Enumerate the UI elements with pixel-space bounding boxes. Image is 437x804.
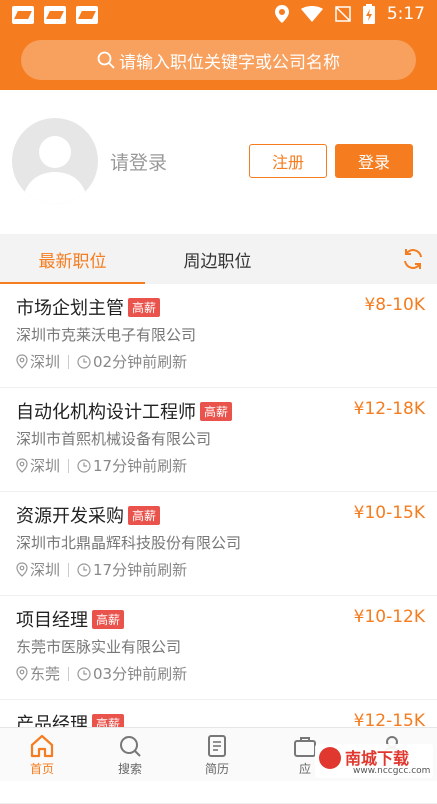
- job-salary: ¥10-12K: [353, 607, 425, 627]
- job-location: 东莞: [30, 665, 61, 683]
- job-title: 自动化机构设计工程师: [16, 402, 196, 423]
- resume-icon: [208, 735, 226, 757]
- profile-section: 请登录 注册 登录: [0, 90, 437, 230]
- job-card[interactable]: 市场企划主管 高薪 ¥8-10K 深圳市克莱沃电子有限公司 深圳 02分钟前刷新: [0, 284, 437, 388]
- app-notification-icon: [44, 6, 66, 24]
- search-header: 请输入职位关键字或公司名称: [0, 32, 437, 90]
- search-placeholder: 请输入职位关键字或公司名称: [119, 52, 340, 73]
- job-location: 深圳: [30, 561, 61, 579]
- notification-icons: [12, 6, 98, 24]
- job-company: 深圳市克莱沃电子有限公司: [16, 326, 197, 344]
- job-card[interactable]: 自动化机构设计工程师 高薪 ¥12-18K 深圳市首熙机械设备有限公司 深圳 1…: [0, 388, 437, 492]
- nav-label: 简历: [204, 762, 229, 776]
- job-card[interactable]: 项目经理 高薪 ¥10-12K 东莞市医脉实业有限公司 东莞 03分钟前刷新: [0, 596, 437, 700]
- divider: [68, 354, 70, 369]
- register-button[interactable]: 注册: [249, 144, 327, 178]
- job-salary: ¥8-10K: [364, 295, 425, 315]
- job-company: 东莞市医脉实业有限公司: [16, 638, 182, 656]
- login-prompt[interactable]: 请登录: [110, 148, 167, 175]
- login-button[interactable]: 登录: [335, 144, 413, 178]
- location-pin-icon: [16, 458, 28, 473]
- watermark-logo-icon: [319, 747, 341, 769]
- clock-icon: [77, 666, 91, 681]
- job-title-row: 资源开发采购 高薪: [16, 502, 161, 528]
- location-pin-icon: [16, 562, 28, 577]
- nav-home[interactable]: 首页: [7, 734, 77, 777]
- job-updated: 17分钟前刷新: [93, 457, 188, 475]
- job-title-row: 自动化机构设计工程师 高薪: [16, 398, 233, 424]
- tab-latest-jobs[interactable]: 最新职位: [0, 234, 145, 284]
- job-salary: ¥10-15K: [353, 503, 425, 523]
- job-location: 深圳: [30, 457, 61, 475]
- high-salary-badge: 高薪: [92, 609, 125, 629]
- battery-icon: [362, 4, 375, 24]
- watermark-url: www.nccgcc.com: [353, 766, 431, 776]
- job-title: 项目经理: [16, 610, 88, 631]
- location-pin-icon: [16, 354, 28, 369]
- search-bar[interactable]: 请输入职位关键字或公司名称: [21, 40, 416, 80]
- nav-search[interactable]: 搜索: [95, 734, 165, 777]
- system-icons: 5:17: [274, 4, 425, 24]
- clock-icon: [77, 562, 91, 577]
- clock-icon: [77, 458, 91, 473]
- no-signal-icon: [335, 6, 351, 22]
- job-company: 深圳市北鼎晶辉科技股份有限公司: [16, 534, 242, 552]
- avatar[interactable]: [12, 118, 98, 204]
- job-salary: ¥12-18K: [353, 399, 425, 419]
- search-icon: [97, 51, 115, 69]
- divider: [68, 458, 70, 473]
- job-updated: 02分钟前刷新: [93, 353, 188, 371]
- high-salary-badge: 高薪: [200, 401, 233, 421]
- location-pin-icon: [16, 666, 28, 681]
- job-tabs: 最新职位 周边职位: [0, 234, 437, 284]
- tab-nearby-jobs[interactable]: 周边职位: [145, 234, 290, 284]
- nav-resume[interactable]: 简历: [182, 734, 252, 777]
- app-notification-icon: [76, 6, 98, 24]
- job-company: 深圳市首熙机械设备有限公司: [16, 430, 212, 448]
- wifi-icon: [300, 6, 323, 22]
- nav-label: 首页: [29, 762, 54, 776]
- avatar-placeholder-icon: [22, 136, 88, 204]
- job-title: 市场企划主管: [16, 298, 124, 319]
- status-bar: 5:17: [0, 0, 437, 32]
- app-notification-icon: [12, 6, 34, 24]
- job-meta: 深圳 02分钟前刷新: [16, 351, 187, 372]
- divider: [68, 562, 70, 577]
- search-icon: [120, 736, 141, 757]
- job-title: 资源开发采购: [16, 506, 124, 527]
- job-meta: 东莞 03分钟前刷新: [16, 663, 187, 684]
- job-location: 深圳: [30, 353, 61, 371]
- status-time: 5:17: [386, 4, 425, 24]
- job-list: 市场企划主管 高薪 ¥8-10K 深圳市克莱沃电子有限公司 深圳 02分钟前刷新…: [0, 284, 437, 804]
- job-title-row: 项目经理 高薪: [16, 606, 125, 632]
- job-updated: 17分钟前刷新: [93, 561, 188, 579]
- job-updated: 03分钟前刷新: [93, 665, 188, 683]
- job-meta: 深圳 17分钟前刷新: [16, 559, 187, 580]
- nav-label: 应: [298, 762, 311, 776]
- nav-label: 搜索: [117, 762, 142, 776]
- watermark: 南城下载 www.nccgcc.com: [315, 744, 433, 778]
- home-icon: [30, 734, 54, 758]
- high-salary-badge: 高薪: [128, 505, 161, 525]
- refresh-icon[interactable]: [401, 247, 425, 271]
- clock-icon: [77, 354, 91, 369]
- job-title-row: 市场企划主管 高薪: [16, 294, 161, 320]
- high-salary-badge: 高薪: [128, 297, 161, 317]
- job-card[interactable]: 资源开发采购 高薪 ¥10-15K 深圳市北鼎晶辉科技股份有限公司 深圳 17分…: [0, 492, 437, 596]
- divider: [68, 666, 70, 681]
- location-icon: [274, 5, 289, 23]
- job-meta: 深圳 17分钟前刷新: [16, 455, 187, 476]
